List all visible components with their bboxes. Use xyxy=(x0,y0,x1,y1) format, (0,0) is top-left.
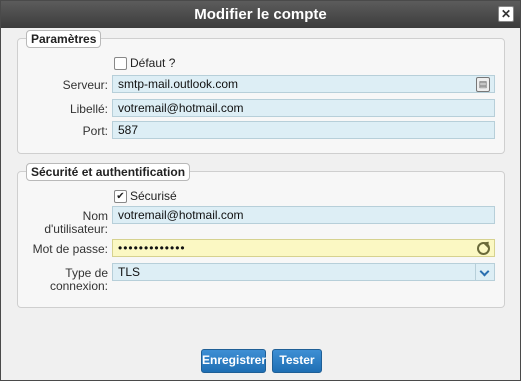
refresh-icon[interactable] xyxy=(477,242,490,255)
parametres-legend: Paramètres xyxy=(26,30,102,48)
port-label: Port: xyxy=(82,124,108,138)
dialog-title: Modifier le compte xyxy=(194,6,327,23)
address-book-icon[interactable]: ▤ xyxy=(476,77,490,92)
default-checkbox-label: Défaut ? xyxy=(130,56,176,70)
securite-group: Sécurité et authentification ✔ Sécurisé … xyxy=(17,163,505,308)
chevron-down-icon[interactable] xyxy=(475,264,494,280)
username-input[interactable]: votremail@hotmail.com xyxy=(112,206,495,224)
password-label: Mot de passe: xyxy=(32,242,108,256)
test-button[interactable]: Tester xyxy=(272,349,322,373)
server-label: Serveur: xyxy=(62,78,108,92)
server-input[interactable]: smtp-mail.outlook.com ▤ xyxy=(112,75,495,93)
connection-type-select[interactable]: TLS xyxy=(112,263,495,281)
username-label: Nom d'utilisateur: xyxy=(44,209,108,236)
save-button[interactable]: Enregistrer xyxy=(201,349,266,373)
title-bar: Modifier le compte ✕ xyxy=(1,1,520,28)
close-icon[interactable]: ✕ xyxy=(498,6,514,22)
securite-legend: Sécurité et authentification xyxy=(26,163,191,181)
default-checkbox[interactable] xyxy=(114,57,127,70)
password-input[interactable]: ••••••••••••• xyxy=(112,239,495,257)
connection-type-label: Type de connexion: xyxy=(49,266,108,293)
server-value: smtp-mail.outlook.com xyxy=(118,77,239,91)
secure-checkbox[interactable]: ✔ xyxy=(114,190,127,203)
connection-type-value: TLS xyxy=(118,265,141,279)
dialog-footer: Enregistrer Tester xyxy=(1,341,520,380)
modifier-compte-dialog: Modifier le compte ✕ Paramètres Défaut ?… xyxy=(0,0,521,381)
secure-checkbox-label: Sécurisé xyxy=(130,189,177,203)
password-value: ••••••••••••• xyxy=(118,241,186,255)
libelle-label: Libellé: xyxy=(69,102,108,116)
port-input[interactable]: 587 xyxy=(112,121,495,139)
libelle-input[interactable]: votremail@hotmail.com xyxy=(112,99,495,117)
parametres-group: Paramètres Défaut ? Serveur: smtp-mail.o… xyxy=(17,30,505,154)
